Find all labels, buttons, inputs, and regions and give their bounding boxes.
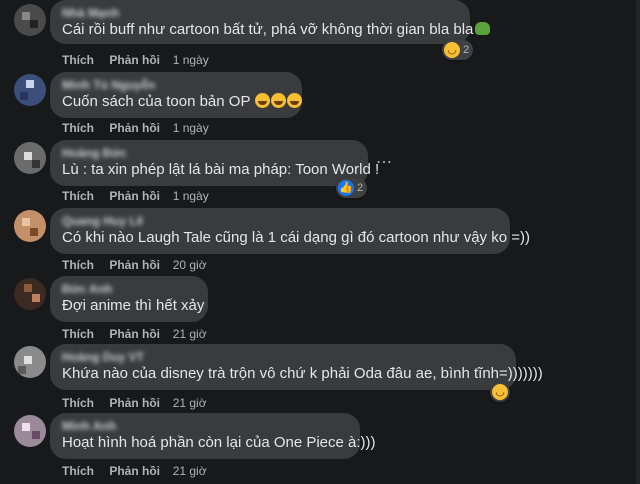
reply-button[interactable]: Phản hồi	[109, 258, 169, 272]
reply-button[interactable]: Phản hồi	[109, 464, 169, 478]
avatar[interactable]	[14, 278, 46, 310]
frog-emoji-icon	[475, 22, 491, 35]
reaction-summary[interactable]: ◡	[490, 382, 510, 402]
comment-bubble: Hoàng Đức Lù : ta xin phép lật lá bài ma…	[50, 140, 380, 186]
comment-author[interactable]: Đức Anh	[62, 282, 196, 296]
comment-timestamp[interactable]: 21 giờ	[173, 464, 207, 478]
reaction-count: 2	[357, 182, 364, 194]
comment-timestamp[interactable]: 1 ngày	[173, 121, 209, 135]
comment-timestamp[interactable]: 20 giờ	[173, 258, 207, 272]
like-reaction-icon: 👍	[338, 180, 354, 196]
comment-author[interactable]: Hoàng Duy VT	[62, 350, 504, 364]
comment-bubble: Quang Huy Lê Có khi nào Laugh Tale cũng …	[50, 208, 530, 254]
comment-author[interactable]: Nhà Mạnh	[62, 6, 458, 20]
comment-author[interactable]: Hoàng Đức	[62, 146, 356, 160]
comment-timestamp[interactable]: 21 giờ	[173, 396, 207, 410]
comment-timestamp[interactable]: 1 ngày	[173, 53, 209, 67]
comment-bubble: Minh Anh Hoạt hình hoá phần còn lại của …	[50, 413, 376, 459]
like-button[interactable]: Thích	[62, 327, 106, 341]
scrollbar-track[interactable]	[636, 0, 640, 484]
comment-actions: Thích Phản hồi 1 ngày	[62, 53, 209, 67]
reaction-summary[interactable]: ◡ 2	[442, 40, 474, 60]
comment-bubble: Hoàng Duy VT Khứa nào của disney trà trộ…	[50, 344, 543, 390]
comment-author[interactable]: Quang Huy Lê	[62, 214, 498, 228]
comment-text: Cuốn sách của toon bản OP	[62, 92, 303, 111]
avatar[interactable]	[14, 4, 46, 36]
comment-bubble: Nhà Mạnh Cái rồi buff như cartoon bất tử…	[50, 0, 491, 44]
like-button[interactable]: Thích	[62, 121, 106, 135]
rofl-emoji-icon	[271, 93, 287, 108]
like-button[interactable]: Thích	[62, 464, 106, 478]
reaction-count: 2	[463, 44, 470, 56]
comment-text: Lù : ta xin phép lật lá bài ma pháp: Too…	[62, 161, 380, 178]
comment-text: Có khi nào Laugh Tale cũng là 1 cái dạng…	[62, 229, 530, 246]
rofl-emoji-icon	[255, 93, 271, 108]
like-button[interactable]: Thích	[62, 258, 106, 272]
like-button[interactable]: Thích	[62, 189, 106, 203]
comment-text: Cái rồi buff như cartoon bất tử, phá vỡ …	[62, 20, 491, 39]
comment-author[interactable]: Minh Tú Nguyễn	[62, 78, 290, 92]
reply-button[interactable]: Phản hồi	[109, 189, 169, 203]
comment-actions: Thích Phản hồi 1 ngày	[62, 121, 209, 135]
like-button[interactable]: Thích	[62, 53, 106, 67]
reaction-summary[interactable]: 👍 2	[336, 178, 368, 198]
comment-bubble: Minh Tú Nguyễn Cuốn sách của toon bản OP	[50, 72, 303, 118]
reply-button[interactable]: Phản hồi	[109, 121, 169, 135]
reply-button[interactable]: Phản hồi	[109, 327, 169, 341]
comment-text: Khứa nào của disney trà trộn vô chứ k ph…	[62, 365, 543, 382]
avatar[interactable]	[14, 415, 46, 447]
avatar[interactable]	[14, 346, 46, 378]
avatar[interactable]	[14, 210, 46, 242]
comment-actions: Thích Phản hồi 21 giờ	[62, 396, 207, 410]
comment-actions: Thích Phản hồi 20 giờ	[62, 258, 207, 272]
haha-reaction-icon: ◡	[444, 42, 460, 58]
reply-button[interactable]: Phản hồi	[109, 396, 169, 410]
comment-text: Hoạt hình hoá phần còn lại của One Piece…	[62, 434, 376, 451]
haha-reaction-icon: ◡	[492, 384, 508, 400]
avatar[interactable]	[14, 142, 46, 174]
comment-actions: Thích Phản hồi 21 giờ	[62, 327, 207, 341]
more-options-icon[interactable]: ⋯	[376, 152, 393, 172]
comment-bubble: Đức Anh Đợi anime thì hết xảy	[50, 276, 208, 322]
avatar[interactable]	[14, 74, 46, 106]
reply-button[interactable]: Phản hồi	[109, 53, 169, 67]
comment-actions: Thích Phản hồi 1 ngày	[62, 189, 209, 203]
like-button[interactable]: Thích	[62, 396, 106, 410]
rofl-emoji-icon	[287, 93, 303, 108]
comment-author[interactable]: Minh Anh	[62, 419, 348, 433]
comment-timestamp[interactable]: 1 ngày	[173, 189, 209, 203]
comment-text: Đợi anime thì hết xảy	[62, 297, 205, 314]
comment-actions: Thích Phản hồi 21 giờ	[62, 464, 207, 478]
comment-timestamp[interactable]: 21 giờ	[173, 327, 207, 341]
